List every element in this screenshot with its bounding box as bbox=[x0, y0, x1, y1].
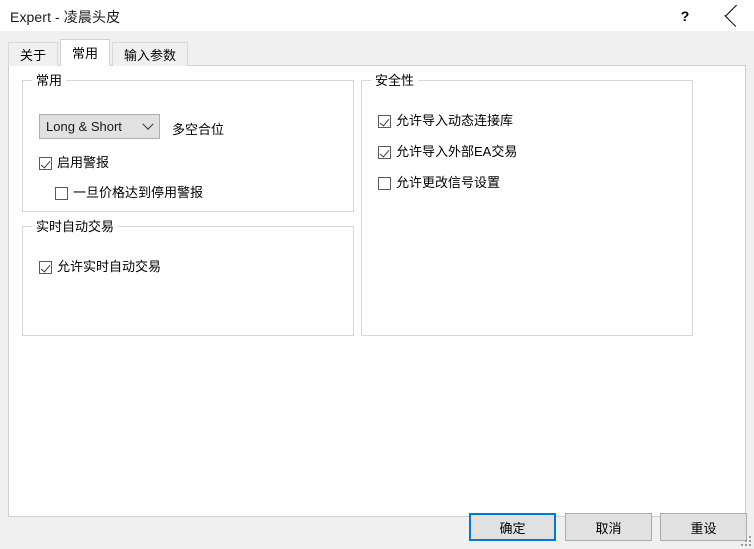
tab-page-common: 常用 Long & Short 多空合位 启用警报 一旦价格达到停用警报 实时自… bbox=[8, 65, 746, 517]
reset-button-label: 重设 bbox=[690, 520, 717, 536]
cancel-button[interactable]: 取消 bbox=[565, 513, 652, 541]
ok-button-label: 确定 bbox=[499, 520, 526, 536]
checkbox-disable-alert-on-price-box[interactable] bbox=[55, 186, 68, 200]
checkbox-allow-live-trading-box[interactable] bbox=[39, 260, 52, 274]
reset-button[interactable]: 重设 bbox=[660, 513, 747, 541]
checkbox-disable-alert-on-price-label: 一旦价格达到停用警报 bbox=[73, 185, 204, 200]
checkbox-allow-signal-settings-box[interactable] bbox=[378, 176, 391, 190]
close-button[interactable] bbox=[708, 0, 754, 31]
help-button[interactable]: ? bbox=[662, 0, 708, 31]
checkbox-allow-signal-settings-label: 允许更改信号设置 bbox=[396, 175, 501, 190]
checkbox-enable-alert[interactable]: 启用警报 bbox=[39, 156, 109, 170]
checkbox-allow-dll-imports-box[interactable] bbox=[378, 114, 391, 128]
cancel-button-label: 取消 bbox=[595, 520, 622, 536]
checkbox-disable-alert-on-price[interactable]: 一旦价格达到停用警报 bbox=[55, 186, 203, 200]
group-security-legend: 安全性 bbox=[371, 73, 419, 88]
group-live-trading: 实时自动交易 允许实时自动交易 bbox=[22, 219, 354, 336]
resize-grip-icon[interactable] bbox=[739, 534, 751, 546]
checkbox-allow-dll-imports[interactable]: 允许导入动态连接库 bbox=[378, 114, 513, 128]
tab-strip: 关于 常用 输入参数 bbox=[8, 39, 190, 66]
checkbox-allow-live-trading[interactable]: 允许实时自动交易 bbox=[39, 260, 161, 274]
tab-about[interactable]: 关于 bbox=[8, 42, 59, 66]
position-mode-label: 多空合位 bbox=[172, 122, 225, 137]
position-mode-value: Long & Short bbox=[46, 119, 122, 134]
window-title: Expert - 凌晨头皮 bbox=[10, 9, 121, 25]
tab-inputs-label: 输入参数 bbox=[124, 48, 177, 63]
group-general-legend: 常用 bbox=[32, 73, 67, 88]
tab-common[interactable]: 常用 bbox=[60, 39, 111, 66]
group-live-trading-legend: 实时自动交易 bbox=[32, 219, 119, 234]
checkbox-allow-external-experts-box[interactable] bbox=[378, 145, 391, 159]
chevron-down-icon bbox=[137, 115, 159, 138]
expert-properties-dialog: Expert - 凌晨头皮 ? 关于 常用 输入参数 常用 Long & Sho… bbox=[0, 0, 754, 549]
checkbox-allow-dll-imports-label: 允许导入动态连接库 bbox=[396, 113, 514, 128]
ok-button[interactable]: 确定 bbox=[469, 513, 556, 541]
checkbox-allow-signal-settings[interactable]: 允许更改信号设置 bbox=[378, 176, 500, 190]
checkbox-enable-alert-label: 启用警报 bbox=[57, 155, 110, 170]
checkbox-allow-live-trading-label: 允许实时自动交易 bbox=[57, 259, 162, 274]
close-icon bbox=[725, 9, 738, 22]
tab-inputs[interactable]: 输入参数 bbox=[112, 42, 189, 66]
question-mark-icon: ? bbox=[680, 7, 690, 24]
group-security: 安全性 允许导入动态连接库 允许导入外部EA交易 允许更改信号设置 bbox=[361, 73, 693, 336]
tab-about-label: 关于 bbox=[20, 48, 47, 63]
title-bar: Expert - 凌晨头皮 ? bbox=[0, 0, 754, 32]
checkbox-allow-external-experts-label: 允许导入外部EA交易 bbox=[396, 144, 518, 159]
position-mode-dropdown[interactable]: Long & Short bbox=[39, 114, 160, 139]
group-general: 常用 Long & Short 多空合位 启用警报 一旦价格达到停用警报 bbox=[22, 73, 354, 212]
checkbox-enable-alert-box[interactable] bbox=[39, 156, 52, 170]
tab-common-label: 常用 bbox=[72, 46, 99, 61]
checkbox-allow-external-experts[interactable]: 允许导入外部EA交易 bbox=[378, 145, 517, 159]
